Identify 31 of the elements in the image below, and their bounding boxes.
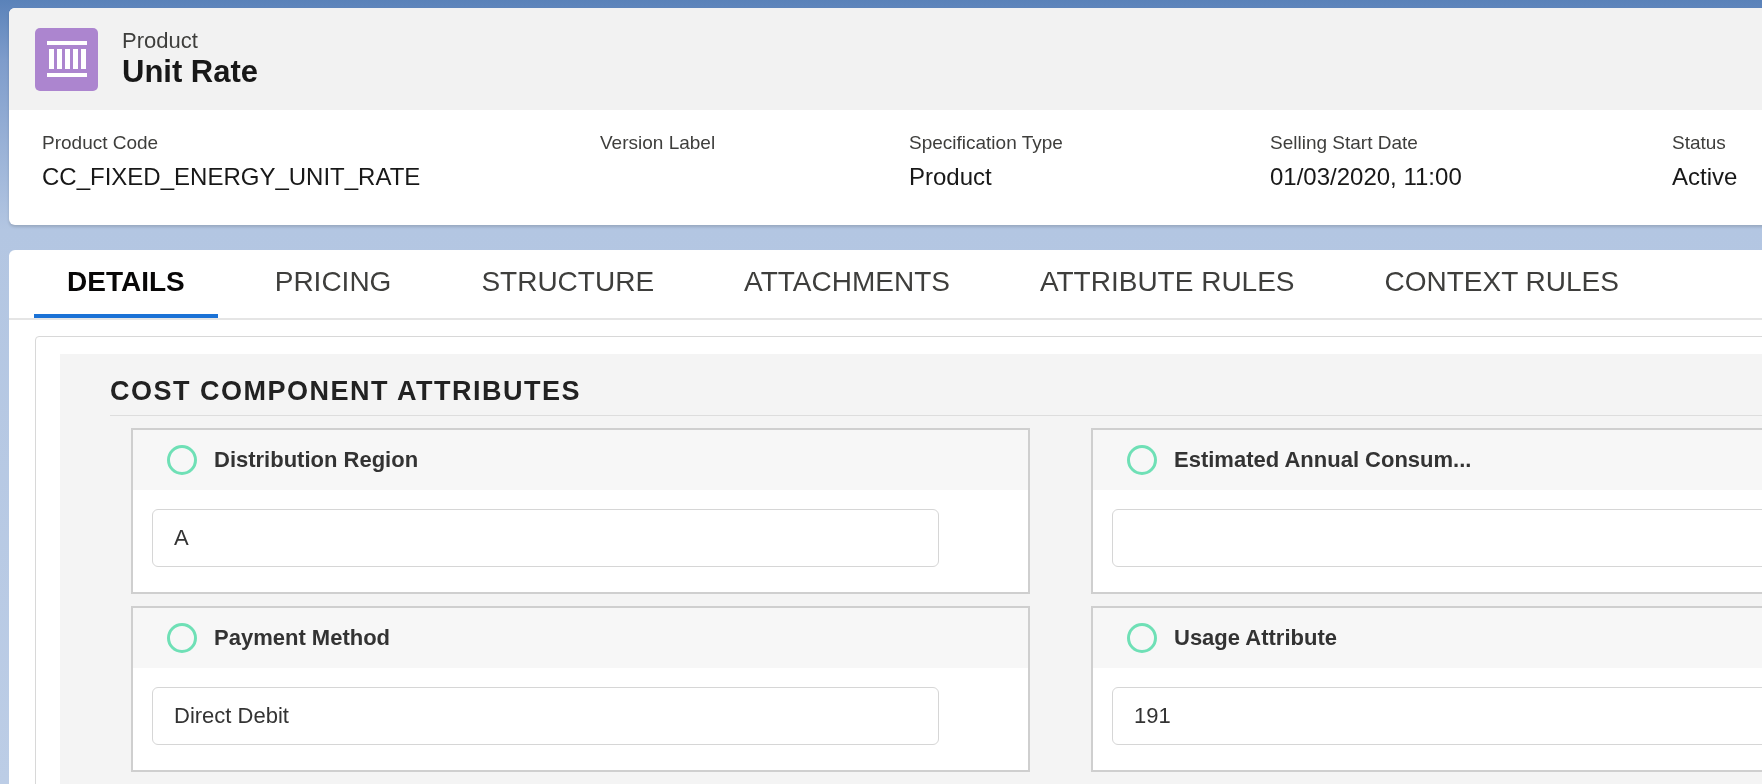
field-value: CC_FIXED_ENERGY_UNIT_RATE	[42, 163, 422, 191]
input-field[interactable]: 191	[1112, 687, 1762, 745]
record-title: Unit Rate	[122, 54, 259, 90]
section-title: COST COMPONENT ATTRIBUTES	[110, 354, 1762, 416]
input-field[interactable]	[1112, 509, 1762, 567]
ring-icon	[1126, 444, 1158, 476]
ring-icon	[166, 622, 198, 654]
tab[interactable]: PRICING	[241, 250, 425, 318]
ring-icon	[1126, 622, 1158, 654]
tab[interactable]: CONTEXT RULES	[1351, 250, 1652, 318]
tab[interactable]: DETAILS	[34, 250, 218, 318]
field-label: Selling Start Date	[1270, 132, 1419, 154]
input-field[interactable]: A	[152, 509, 939, 567]
field-label: Specification Type	[909, 132, 1064, 154]
field-value: Active	[1672, 163, 1739, 191]
attribute-label: Usage Attribute	[1174, 625, 1337, 651]
attribute-label: Distribution Region	[214, 447, 419, 473]
field-label: Status	[1672, 132, 1727, 154]
object-type: Product	[122, 28, 199, 54]
attribute-label: Estimated Annual Consum...	[1174, 447, 1472, 473]
tab[interactable]: STRUCTURE	[448, 250, 688, 318]
product-icon	[35, 27, 98, 91]
input-field[interactable]: Direct Debit	[152, 687, 939, 745]
field-label: Product Code	[42, 132, 160, 154]
attribute-label: Payment Method	[214, 625, 391, 651]
field-value: 01/03/2020, 11:00	[1270, 163, 1463, 191]
tab[interactable]: ATTACHMENTS	[711, 250, 983, 318]
tab[interactable]: ATTRIBUTE RULES	[1006, 250, 1328, 318]
field-label: Version Label	[600, 132, 717, 154]
field-value: Product	[909, 163, 993, 191]
ring-icon	[166, 444, 198, 476]
